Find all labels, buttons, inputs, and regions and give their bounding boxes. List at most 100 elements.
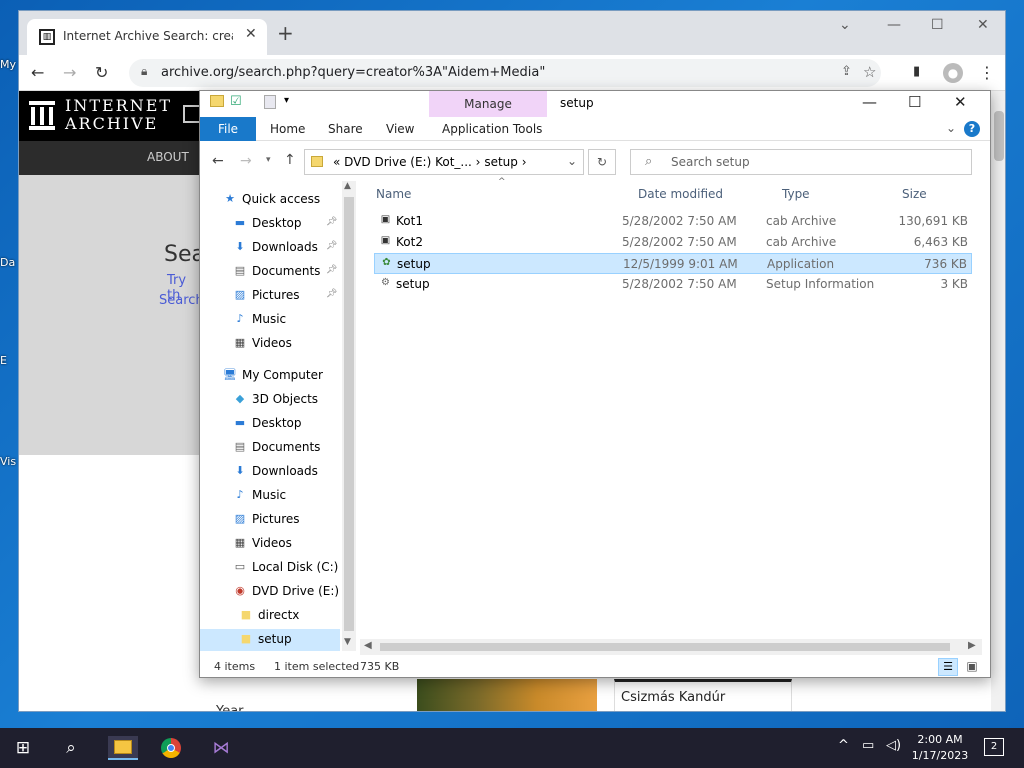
nav-item[interactable]: ★ Quick access [200, 189, 340, 211]
search-input[interactable]: ⌕ Search setup [630, 149, 972, 175]
chevron-up-icon[interactable]: ^ [838, 738, 849, 753]
minimize-icon[interactable]: — [887, 17, 901, 33]
new-tab-button[interactable]: + [277, 23, 294, 43]
file-row[interactable]: ▣ Kot2 5/28/2002 7:50 AM cab Archive 6,463 K… [374, 232, 972, 253]
forward-icon[interactable]: → [240, 153, 252, 169]
nav-item[interactable]: 🖥︎ My Computer [200, 365, 340, 387]
search-link[interactable]: Search [159, 293, 204, 308]
scroll-right-icon[interactable]: ▶ [968, 640, 976, 651]
close-window-icon[interactable]: ✕ [977, 17, 989, 33]
scroll-left-icon[interactable]: ◀ [364, 640, 372, 651]
search-icon[interactable]: ⌕ [58, 736, 84, 760]
nav-item[interactable]: ▦ Videos [200, 533, 340, 555]
recent-locations-icon[interactable]: ▾ [266, 155, 271, 165]
menu-kebab-icon[interactable]: ⋮ [979, 63, 995, 82]
maximize-icon[interactable]: ☐ [931, 17, 944, 33]
page-scroll-thumb[interactable] [994, 111, 1004, 161]
tab-search-icon[interactable]: ⌄ [839, 17, 851, 33]
page-scrollbar[interactable] [991, 91, 1005, 711]
properties-icon[interactable]: ☑ [230, 94, 242, 109]
breadcrumb-setup[interactable]: setup [484, 155, 518, 169]
system-clock[interactable]: 2:00 AM 1/17/2023 [908, 732, 972, 764]
nav-item[interactable]: ■ setup [200, 629, 340, 651]
side-panel-icon[interactable]: ▮ [913, 64, 920, 79]
column-type[interactable]: Type [782, 187, 810, 201]
refresh-button[interactable]: ↻ [588, 149, 616, 175]
menu-icon[interactable] [183, 105, 199, 123]
nav-item[interactable]: ▨ Pictures [200, 509, 340, 531]
tab-home[interactable]: Home [270, 122, 305, 136]
nav-item[interactable]: ▤ Documents [200, 437, 340, 459]
nav-scroll-thumb[interactable] [344, 197, 354, 631]
forward-icon[interactable]: → [63, 63, 76, 82]
tab-view[interactable]: View [386, 122, 414, 136]
lock-icon[interactable]: 🔒︎ [141, 64, 147, 79]
address-bar[interactable]: 🔒︎ archive.org/search.php?query=creator%… [129, 59, 881, 87]
nav-item[interactable]: ▤ Documents 📌︎ [200, 261, 340, 283]
file-explorer-taskbar-icon[interactable] [108, 736, 138, 760]
nav-item[interactable]: ⬇ Downloads 📌︎ [200, 237, 340, 259]
browser-tab[interactable]: ▥ Internet Archive Search: creator:"Aide… [27, 19, 267, 55]
nav-item[interactable]: ♪ Music [200, 485, 340, 507]
column-name[interactable]: Name [376, 187, 411, 201]
start-windows-icon[interactable]: ⊞ [10, 736, 36, 760]
breadcrumb-separator[interactable]: › [476, 155, 481, 169]
notifications-icon[interactable]: 2 [984, 738, 1004, 756]
manage-context-tab[interactable]: Manage [429, 91, 547, 117]
details-view-icon[interactable]: ☰ [938, 658, 958, 676]
nav-item[interactable]: ◆ 3D Objects [200, 389, 340, 411]
volume-icon[interactable]: ◁) [886, 738, 901, 753]
tab-strip: ▥ Internet Archive Search: creator:"Aide… [19, 11, 1005, 55]
column-date-modified[interactable]: Date modified [638, 187, 723, 201]
nav-item[interactable]: ◉ DVD Drive (E:) Ko [200, 581, 356, 603]
back-icon[interactable]: ← [212, 153, 224, 169]
about-link[interactable]: ABOUT [147, 150, 189, 164]
file-row[interactable]: ⚙ setup 5/28/2002 7:50 AM Setup Information… [374, 274, 972, 295]
share-icon[interactable]: ⇪ [841, 64, 852, 79]
scroll-down-icon[interactable]: ▼ [344, 637, 351, 647]
new-folder-icon[interactable] [264, 95, 276, 109]
hscroll-thumb[interactable] [380, 643, 950, 651]
help-icon[interactable]: ? [964, 121, 980, 137]
file-row[interactable]: ✿ setup 12/5/1999 9:01 AM Application 736 KB [374, 253, 972, 274]
ia-wordmark[interactable]: INTERNET ARCHIVE [65, 97, 172, 133]
result-card[interactable]: Csizmás Kandúr [614, 679, 792, 711]
bookmark-star-icon[interactable]: ☆ [863, 63, 876, 81]
address-bar[interactable]: « DVD Drive (E:) Kot_... › setup › ⌄ [304, 149, 584, 175]
breadcrumb-separator[interactable]: › [522, 155, 527, 169]
maximize-icon[interactable]: ☐ [908, 93, 921, 111]
breadcrumb-overflow[interactable]: « [333, 155, 340, 169]
nav-item[interactable]: ⬇ Downloads [200, 461, 340, 483]
nav-item[interactable]: ■ directx [200, 605, 340, 627]
tab-file[interactable]: File [200, 117, 256, 141]
chrome-taskbar-icon[interactable] [158, 736, 184, 760]
nav-item[interactable]: ▬ Desktop [200, 413, 340, 435]
back-icon[interactable]: ← [31, 63, 44, 82]
up-icon[interactable]: ↑ [284, 152, 296, 168]
tab-share[interactable]: Share [328, 122, 363, 136]
chevron-down-icon[interactable]: ⌄ [567, 154, 577, 168]
minimize-icon[interactable]: — [862, 93, 877, 111]
large-icons-view-icon[interactable]: ▣ [962, 658, 982, 676]
profile-avatar-icon[interactable]: ● [943, 63, 963, 83]
tab-application-tools[interactable]: Application Tools [442, 122, 542, 136]
network-icon[interactable]: ▭ [862, 738, 874, 753]
close-tab-icon[interactable]: ✕ [245, 26, 257, 42]
file-row[interactable]: ▣ Kot1 5/28/2002 7:50 AM cab Archive 130,691… [374, 211, 972, 232]
close-window-icon[interactable]: ✕ [954, 93, 967, 111]
archive-favicon-icon: ▥ [39, 29, 55, 45]
nav-item[interactable]: ▨ Pictures 📌︎ [200, 285, 340, 307]
breadcrumb-dvd-drive[interactable]: DVD Drive (E:) Kot_... [344, 155, 472, 169]
visual-studio-taskbar-icon[interactable]: ⋈ [208, 736, 234, 760]
scroll-up-icon[interactable]: ▲ [344, 181, 351, 191]
reload-icon[interactable]: ↻ [95, 63, 108, 82]
column-size[interactable]: Size [902, 187, 927, 201]
result-thumbnail[interactable] [417, 679, 597, 711]
nav-item[interactable]: ♪ Music [200, 309, 340, 331]
ribbon-expand-icon[interactable]: ⌄ [946, 121, 956, 135]
nav-item[interactable]: ▭ Local Disk (C:) [200, 557, 340, 579]
quick-access-dropdown-icon[interactable]: ▾ [284, 95, 289, 106]
nav-item[interactable]: ▦ Videos [200, 333, 340, 355]
archive-logo-icon[interactable] [29, 99, 55, 131]
nav-item[interactable]: ▬ Desktop 📌︎ [200, 213, 340, 235]
